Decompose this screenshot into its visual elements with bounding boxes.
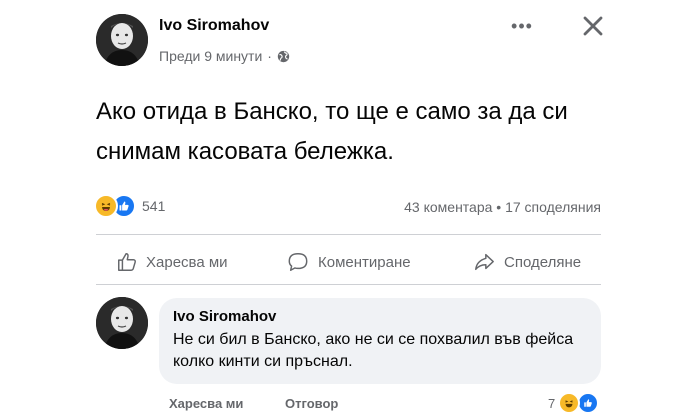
comment-icon — [288, 253, 308, 271]
divider — [96, 234, 601, 235]
comment-author-name[interactable]: Ivo Siromahov — [173, 308, 276, 325]
comment-bubble: Ivo Siromahov Не си бил в Банско, ако не… — [159, 298, 601, 384]
share-icon — [475, 253, 494, 271]
close-icon[interactable] — [579, 12, 607, 40]
post-card: Ivo Siromahov Преди 9 минути · ••• Ако о… — [86, 0, 616, 420]
post-meta: Преди 9 минути · — [159, 48, 290, 64]
share-button[interactable]: Споделяне — [472, 246, 581, 278]
haha-icon — [558, 392, 581, 414]
comments-shares-count[interactable]: 43 коментара • 17 споделяния — [404, 199, 601, 215]
more-options-icon[interactable]: ••• — [506, 10, 538, 42]
reaction-count: 541 — [142, 198, 166, 214]
comment-like-button[interactable]: Харесва ми — [169, 396, 243, 411]
comment-text: Не си бил в Банско, ако не си се похвали… — [173, 331, 574, 370]
share-label: Споделяне — [504, 253, 582, 271]
post-text: Ако отида в Банско, то ще е само за да с… — [96, 98, 568, 165]
like-label: Харесва ми — [146, 253, 228, 271]
globe-icon[interactable] — [277, 50, 290, 63]
avatar[interactable] — [96, 14, 148, 66]
thumbs-up-icon — [118, 253, 136, 271]
meta-separator: · — [267, 48, 272, 64]
like-button[interactable]: Харесва ми — [116, 246, 228, 278]
comment-label: Коментиране — [318, 253, 411, 271]
comment-reactions[interactable]: 7 — [548, 392, 600, 414]
like-icon — [577, 392, 600, 414]
comment-reaction-count: 7 — [548, 395, 556, 411]
haha-icon — [94, 194, 118, 218]
reactions-summary[interactable]: 541 — [94, 194, 165, 218]
comment-button[interactable]: Коментиране — [286, 246, 411, 278]
divider — [96, 284, 601, 285]
comment-reply-button[interactable]: Отговор — [285, 396, 338, 411]
post-timestamp[interactable]: Преди 9 минути — [159, 48, 262, 64]
comment-avatar[interactable] — [96, 297, 148, 349]
post-author-name[interactable]: Ivo Siromahov — [159, 17, 269, 35]
